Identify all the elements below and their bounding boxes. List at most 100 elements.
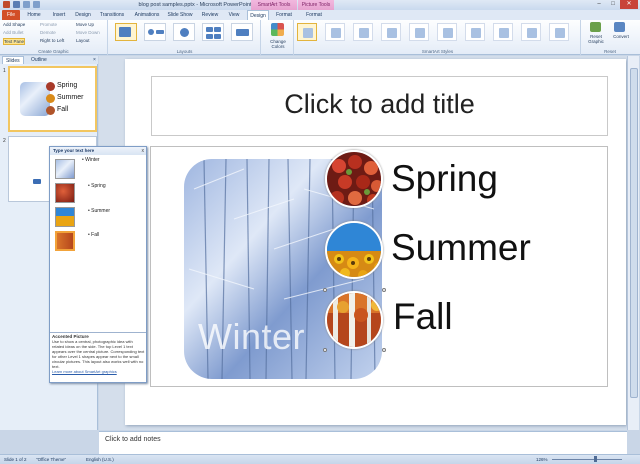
right-to-left-button[interactable]: Right to Left: [40, 38, 64, 43]
move-down-button[interactable]: Move Down: [76, 30, 100, 35]
tab-animations[interactable]: Animations: [132, 10, 162, 20]
close-icon[interactable]: ✕: [620, 0, 638, 9]
status-bar: Slide 1 of 2 "Office Theme" English (U.S…: [0, 454, 640, 464]
group-label: Create Graphic: [38, 49, 69, 54]
group-layouts: Layouts: [109, 20, 261, 55]
quick-access-toolbar: [3, 1, 40, 8]
zoom-slider-thumb[interactable]: [594, 456, 597, 462]
language[interactable]: English (U.S.): [86, 457, 114, 462]
save-icon[interactable]: [13, 1, 20, 8]
contextual-tab-smartart-tools: SmartArt Tools: [251, 0, 297, 10]
winter-label[interactable]: Winter: [198, 316, 305, 358]
selection-handle[interactable]: [382, 348, 386, 352]
text-pane-button[interactable]: Text Pane: [3, 38, 26, 45]
smartart-style-5[interactable]: [409, 23, 429, 41]
smartart-style-7[interactable]: [465, 23, 485, 41]
convert-icon: [614, 22, 625, 32]
undo-icon[interactable]: [23, 1, 30, 8]
group-label: Reset: [604, 49, 616, 54]
notes-pane[interactable]: Click to add notes: [99, 431, 627, 454]
contextual-tab-picture-tools: Picture Tools: [298, 0, 334, 10]
panel-tabs: Slides Outline ×: [0, 56, 99, 65]
zoom-level[interactable]: 126%: [536, 457, 548, 462]
tab-home[interactable]: Home: [24, 10, 44, 20]
layout-option-3[interactable]: [173, 23, 195, 41]
notes-placeholder: Click to add notes: [105, 436, 161, 443]
close-panel-icon[interactable]: ×: [90, 56, 99, 64]
layout-accented-picture[interactable]: [115, 23, 137, 41]
thumb-label: Fall: [57, 106, 69, 113]
smartart-style-3[interactable]: [353, 23, 373, 41]
smartart-text-pane: Type your text here x • Winter • Spring …: [49, 146, 147, 383]
group-reset: Reset Graphic Convert Reset: [582, 20, 638, 55]
selection-handle[interactable]: [323, 348, 327, 352]
selection-handle[interactable]: [382, 288, 386, 292]
layout-option-2[interactable]: [144, 23, 166, 41]
thumb-label: Spring: [57, 82, 78, 89]
smartart-style-4[interactable]: [381, 23, 401, 41]
title-placeholder[interactable]: Click to add title: [151, 76, 608, 136]
smartart-style-10[interactable]: [549, 23, 569, 41]
palette-icon: [271, 23, 284, 36]
spring-thumbnail[interactable]: [55, 183, 75, 203]
summer-picture[interactable]: [325, 221, 383, 279]
learn-more-link[interactable]: Learn more about SmartArt graphics: [52, 369, 117, 374]
text-pane-item[interactable]: • Spring: [88, 183, 106, 189]
spring-label[interactable]: Spring: [391, 158, 498, 200]
selection-handle[interactable]: [323, 288, 327, 292]
maximize-icon[interactable]: □: [606, 0, 620, 9]
tab-outline[interactable]: Outline: [28, 56, 50, 64]
vertical-scrollbar[interactable]: [627, 56, 639, 430]
smartart-style-6[interactable]: [437, 23, 457, 41]
text-pane-item[interactable]: • Winter: [82, 157, 100, 163]
powerpoint-logo-icon: [3, 1, 10, 8]
fall-picture[interactable]: [325, 291, 383, 349]
thumb-fall-picture: [46, 106, 55, 115]
minimize-icon[interactable]: –: [592, 0, 606, 9]
layout-option-4[interactable]: [202, 23, 224, 41]
zoom-slider[interactable]: [552, 459, 622, 460]
redo-icon[interactable]: [33, 1, 40, 8]
tab-smartart-format[interactable]: Format: [273, 10, 295, 20]
spring-picture[interactable]: [325, 150, 383, 208]
slide-thumbnail-1[interactable]: Spring Summer Fall: [8, 66, 97, 132]
winter-thumbnail[interactable]: [55, 159, 75, 179]
text-pane-item[interactable]: • Fall: [88, 232, 99, 238]
group-change-colors: Change Colors: [262, 20, 294, 55]
convert-button[interactable]: Convert: [610, 34, 632, 39]
scrollbar-thumb[interactable]: [630, 68, 638, 398]
tab-view[interactable]: View: [225, 10, 243, 20]
tab-slide-show[interactable]: Slide Show: [166, 10, 194, 20]
text-pane-title: Type your text here: [50, 147, 146, 155]
group-smartart-styles: SmartArt Styles: [295, 20, 581, 55]
promote-button[interactable]: Promote: [40, 22, 57, 27]
tab-design[interactable]: Design: [72, 10, 94, 20]
close-icon[interactable]: x: [142, 147, 145, 155]
fall-thumbnail[interactable]: [55, 231, 75, 251]
fall-label[interactable]: Fall: [393, 296, 453, 338]
tab-insert[interactable]: Insert: [48, 10, 70, 20]
move-up-button[interactable]: Move Up: [76, 22, 94, 27]
smartart-style-9[interactable]: [521, 23, 541, 41]
layout-button[interactable]: Layout: [76, 38, 90, 43]
layout-option-5[interactable]: [231, 23, 253, 41]
smartart-style-2[interactable]: [325, 23, 345, 41]
group-label: Layouts: [176, 49, 193, 54]
thumb-spring-picture: [46, 82, 55, 91]
reset-graphic-button[interactable]: Reset Graphic: [584, 34, 608, 44]
change-colors-button[interactable]: Change Colors: [265, 39, 291, 49]
demote-button[interactable]: Demote: [40, 30, 56, 35]
smartart-style-1[interactable]: [297, 23, 317, 41]
smartart-style-8[interactable]: [493, 23, 513, 41]
summer-label[interactable]: Summer: [391, 227, 531, 269]
tab-review[interactable]: Review: [200, 10, 220, 20]
description-body: Use to show a central, photographic idea…: [52, 339, 145, 369]
text-pane-item[interactable]: • Summer: [88, 208, 110, 214]
summer-thumbnail[interactable]: [55, 207, 75, 227]
tab-file[interactable]: File: [2, 10, 20, 20]
tab-picture-format[interactable]: Format: [303, 10, 325, 20]
tab-transitions[interactable]: Transitions: [98, 10, 126, 20]
add-bullet-button[interactable]: Add Bullet: [3, 30, 24, 35]
tab-smartart-design[interactable]: Design: [247, 10, 269, 20]
add-shape-button[interactable]: Add Shape: [3, 22, 25, 27]
